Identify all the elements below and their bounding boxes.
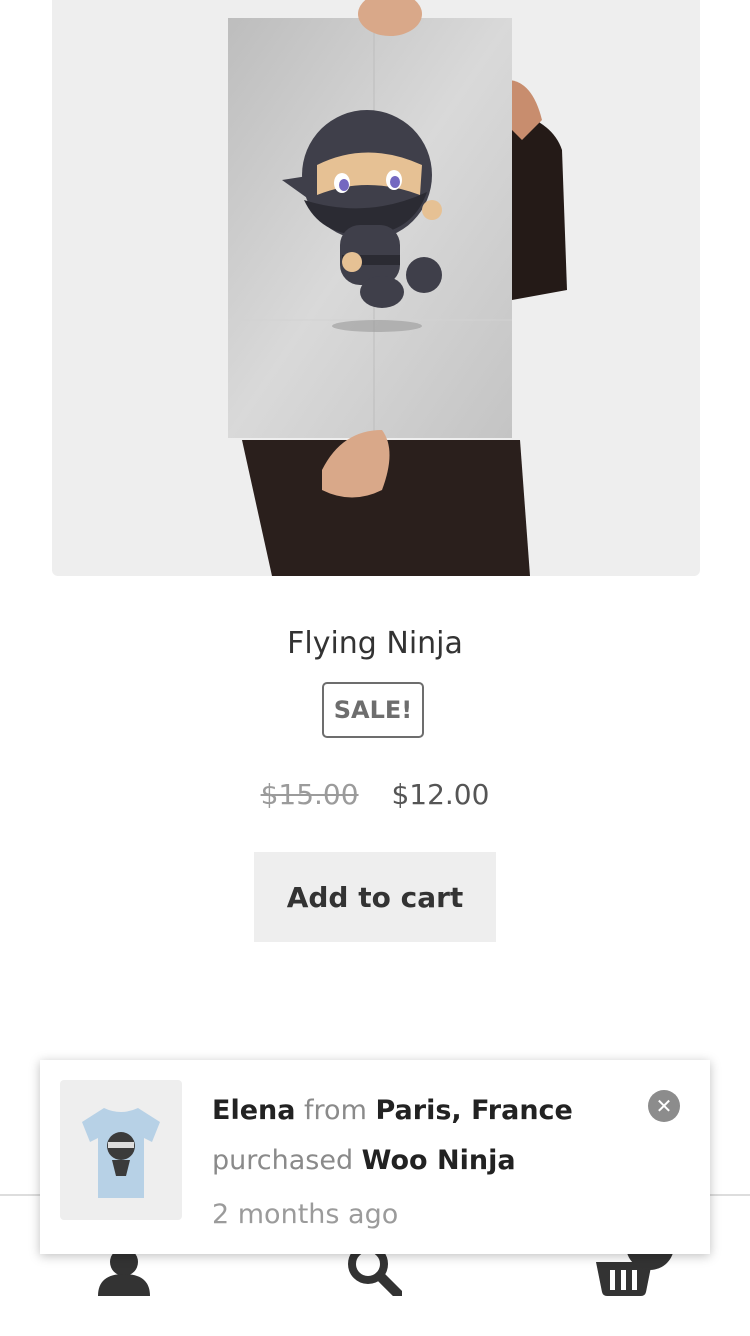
product-title[interactable]: Flying Ninja: [0, 626, 750, 661]
product-image[interactable]: [52, 0, 700, 576]
buyer-name: Elena: [212, 1095, 296, 1126]
ninja-poster-image: [228, 0, 567, 576]
time-ago: 2 months ago: [212, 1199, 399, 1230]
account-icon[interactable]: [96, 1248, 152, 1300]
sale-badge: SALE!: [322, 682, 424, 738]
tshirt-thumbnail[interactable]: [60, 1080, 182, 1220]
purchased-word: purchased: [212, 1145, 354, 1176]
from-word: from: [304, 1095, 367, 1126]
buyer-location: Paris, France: [375, 1095, 573, 1126]
sales-notification[interactable]: Elena from Paris, France purchased Woo N…: [40, 1060, 710, 1254]
price-row: $15.00 $12.00: [0, 778, 750, 811]
close-icon[interactable]: ✕: [648, 1090, 680, 1122]
add-to-cart-button[interactable]: Add to cart: [254, 852, 496, 942]
notification-text: Elena from Paris, France purchased Woo N…: [212, 1086, 632, 1240]
price-sale: $12.00: [391, 778, 490, 811]
purchased-product[interactable]: Woo Ninja: [362, 1145, 516, 1176]
price-original: $15.00: [260, 778, 359, 811]
search-icon[interactable]: [346, 1244, 403, 1300]
